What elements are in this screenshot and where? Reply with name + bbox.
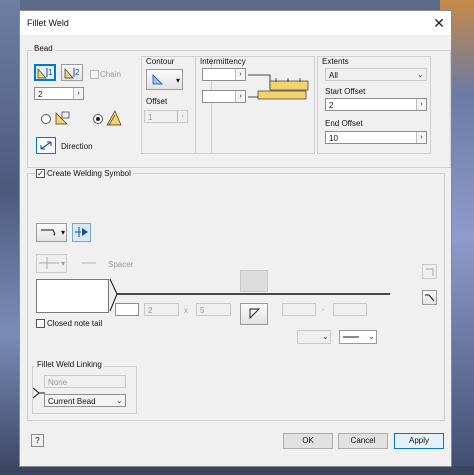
weld-pitch-value: 5 [200,306,205,315]
end-offset-value: 10 [329,134,338,143]
closed-note-tail-label: Closed note tail [47,319,103,328]
side2-label: 2 [75,68,80,77]
chevron-down-icon: ⌄ [116,396,123,405]
background-left [0,0,20,475]
offset-label: Offset [146,97,168,106]
start-offset-input[interactable]: 2 › [325,98,427,111]
bead-radio-1[interactable] [41,114,51,124]
weld-pitch-input[interactable]: 5 [196,303,231,316]
intermittency-label: Intermittency [200,57,246,66]
extents-type-select[interactable]: All ⌄ [325,68,427,81]
create-welding-symbol-checkbox[interactable]: ✓ [36,169,45,178]
contour-label: Contour [146,57,175,66]
contour-flat-icon [152,74,163,85]
apply-button[interactable]: Apply [394,433,444,449]
chevron-down-icon: ⌄ [322,332,329,341]
fillet-weld-dialog: Fillet Weld ✕ Bead 1 2 Chain 2 › Directi… [19,10,452,467]
offset-spinner[interactable]: 1 › [144,110,188,123]
linking-none-select[interactable]: None [44,375,126,388]
intermittency-arrow-2-icon[interactable]: › [235,91,245,102]
note-tail-box[interactable] [36,279,109,313]
all-around-dropdown[interactable]: ▾ [36,254,67,273]
end-offset-input[interactable]: 10 › [325,131,427,144]
cancel-label: Cancel [350,436,376,445]
line-style-icon [343,336,359,338]
weld-length-input[interactable]: 2 [144,303,179,316]
side1-label: 1 [48,68,53,77]
times-glyph: x [184,306,188,315]
closed-note-tail-checkbox[interactable] [36,319,45,328]
offset-value: 1 [148,113,153,122]
apply-label: Apply [408,436,429,445]
chevron-down-icon: ▾ [61,228,66,237]
chain-checkbox[interactable] [90,70,99,79]
end-offset-arrow-icon[interactable]: › [416,132,426,143]
other-side-input-2[interactable] [333,303,367,316]
contour-symbol-dropdown[interactable]: ⌄ [297,330,331,344]
flip-up-icon [426,268,434,276]
chevron-down-icon: ▾ [61,259,66,268]
intermittency-input-1[interactable]: › [202,68,246,81]
dash-glyph: - [322,305,325,314]
dialog-title: Fillet Weld [27,18,69,28]
reference-flip-button-2[interactable] [422,290,437,305]
title-bar: Fillet Weld ✕ [20,11,451,35]
linking-current-select[interactable]: Current Bead ⌄ [44,394,126,407]
side1-button[interactable]: 1 [34,64,56,81]
direction-button[interactable] [36,137,56,154]
start-offset-label: Start Offset [325,87,366,96]
linking-none-value: None [48,378,68,387]
bead-group-label: Bead [32,44,55,53]
other-side-input-1[interactable] [282,303,316,316]
chevron-down-icon: ▾ [176,76,181,85]
offset-arrow-icon[interactable]: › [177,111,187,122]
bead-count-value: 2 [38,90,43,99]
close-icon[interactable]: ✕ [431,15,447,31]
spacer-label: Spacer [108,260,134,269]
intermittency-input-2[interactable]: › [202,90,246,103]
direction-icon [40,141,52,150]
symbol-bottom-button[interactable] [240,303,268,325]
linking-current-value: Current Bead [48,397,96,406]
bead-count-arrow-icon[interactable]: › [73,88,83,99]
help-icon: ? [35,436,40,445]
side2-button[interactable]: 2 [61,64,83,81]
help-button[interactable]: ? [31,434,44,447]
chevron-down-icon: ⌄ [417,70,424,79]
spacer-line-icon [82,262,96,264]
weld-side-icon [55,111,70,125]
weld-face-icon [106,110,122,126]
line-style-dropdown[interactable]: ⌄ [339,330,377,344]
background-bottom [0,466,474,475]
flag-button[interactable] [72,223,91,242]
end-offset-label: End Offset [325,119,363,128]
ok-label: OK [302,436,314,445]
contour-dropdown[interactable]: ▾ [146,69,183,90]
start-offset-arrow-icon[interactable]: › [416,99,426,110]
flip-down-icon [425,294,435,302]
ok-button[interactable]: OK [283,433,333,449]
weld-size-input[interactable] [115,303,139,316]
arrow-style-dropdown[interactable]: ▾ [36,223,67,242]
create-welding-symbol-label: Create Welding Symbol [47,169,133,178]
cancel-button[interactable]: Cancel [338,433,388,449]
bead-radio-2[interactable] [93,114,103,124]
chain-label: Chain [100,70,121,79]
field-weld-flag-icon [75,227,88,237]
extents-type-value: All [329,71,338,80]
linking-label: Fillet Weld Linking [35,360,104,369]
weld-length-value: 2 [148,306,153,315]
direction-label: Direction [61,142,93,151]
intermittency-diagram-icon [248,74,309,100]
reference-flip-button-1[interactable] [422,264,437,279]
start-offset-value: 2 [329,101,334,110]
chevron-down-icon: ⌄ [368,332,375,341]
bead-count-spinner[interactable]: 2 › [34,87,84,100]
extents-label: Extents [322,57,349,66]
symbol-top-button[interactable] [240,270,268,292]
intermittency-arrow-1-icon[interactable]: › [235,69,245,80]
fillet-symbol-icon [249,308,261,320]
